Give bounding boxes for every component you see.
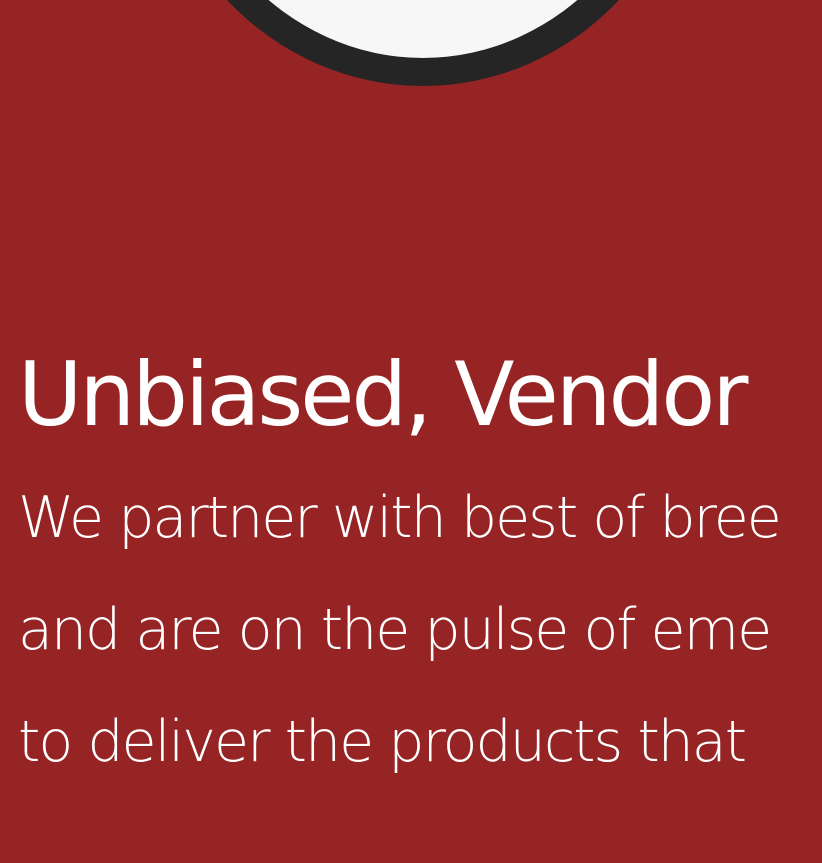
body-line: We partner with best of bree [18,485,782,551]
circle-badge-inner [170,0,676,58]
body-line: to deliver the products that [18,709,747,775]
body-line: and are on the pulse of eme [18,597,772,663]
vendor-section: Unbiased, Vendor We partner with best of… [0,0,822,863]
circle-badge-icon [146,0,700,86]
section-body: We partner with best of bree and are on … [18,462,822,798]
section-heading: Unbiased, Vendor [18,343,748,446]
